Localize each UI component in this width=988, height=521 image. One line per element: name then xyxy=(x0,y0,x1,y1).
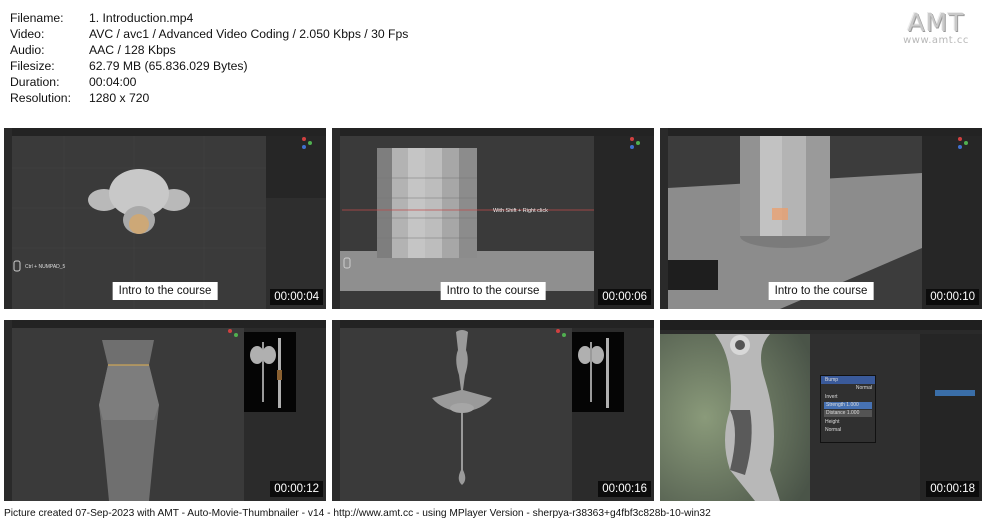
timestamp: 00:00:06 xyxy=(598,289,651,305)
file-info-block: Filename: 1. Introduction.mp4 Video: AVC /… xyxy=(10,10,408,106)
timestamp: 00:00:16 xyxy=(598,481,651,497)
timestamp: 00:00:12 xyxy=(270,481,323,497)
thumbnail-3[interactable]: Intro to the course 00:00:10 xyxy=(660,128,982,309)
thumbnail-1[interactable]: Ctrl + NUMPAD_5 Intro to the course 00:0… xyxy=(4,128,326,309)
thumbnail-caption: Intro to the course xyxy=(768,282,874,300)
shortcut-overlay: With Shift + Right click xyxy=(493,208,548,214)
node-height: Height xyxy=(825,419,840,425)
logo-text: AMT xyxy=(907,8,965,37)
info-value: 00:04:00 xyxy=(89,75,137,89)
node-strength[interactable]: Strength 1.000 xyxy=(824,402,872,409)
info-label: Filename: xyxy=(10,11,64,25)
info-row-video: Video: AVC / avc1 / Advanced Video Coding… xyxy=(10,26,408,42)
thumbnail-5[interactable]: 00:00:16 xyxy=(332,320,654,501)
blender-viewport-frame xyxy=(4,320,326,501)
info-row-filesize: Filesize: 62.79 MB (65.836.029 Bytes) xyxy=(10,58,408,74)
info-label: Resolution: xyxy=(10,91,71,105)
timestamp: 00:00:10 xyxy=(926,289,979,305)
info-row-filename: Filename: 1. Introduction.mp4 xyxy=(10,10,408,26)
thumbnail-caption: Intro to the course xyxy=(440,282,546,300)
info-value: 1280 x 720 xyxy=(89,91,150,105)
info-label: Filesize: xyxy=(10,59,55,73)
info-value: AVC / avc1 / Advanced Video Coding / 2.0… xyxy=(89,27,409,41)
info-row-resolution: Resolution: 1280 x 720 xyxy=(10,90,408,106)
info-label: Duration: xyxy=(10,75,60,89)
footer-credit: Picture created 07-Sep-2023 with AMT - A… xyxy=(4,508,711,519)
info-row-audio: Audio: AAC / 128 Kbps xyxy=(10,42,408,58)
info-label: Audio: xyxy=(10,43,45,57)
logo-url: www.amt.cc xyxy=(903,35,969,46)
thumbnail-caption: Intro to the course xyxy=(112,282,218,300)
bump-node[interactable]: Bump Normal Invert Strength 1.000 Distan… xyxy=(820,375,876,443)
info-value: 1. Introduction.mp4 xyxy=(89,11,194,25)
node-distance[interactable]: Distance 1.000 xyxy=(824,410,872,417)
info-value: AAC / 128 Kbps xyxy=(89,43,176,57)
timestamp: 00:00:04 xyxy=(270,289,323,305)
info-row-duration: Duration: 00:04:00 xyxy=(10,74,408,90)
thumbnail-4[interactable]: 00:00:12 xyxy=(4,320,326,501)
info-label: Video: xyxy=(10,27,45,41)
thumbnail-6[interactable]: Bump Normal Invert Strength 1.000 Distan… xyxy=(660,320,982,501)
blender-viewport-frame xyxy=(332,320,654,501)
node-title: Bump xyxy=(821,376,875,384)
shortcut-overlay: Ctrl + NUMPAD_5 xyxy=(25,264,66,270)
node-invert[interactable]: Invert xyxy=(821,393,875,401)
node-normal-input: Normal xyxy=(825,427,842,433)
node-output: Normal xyxy=(855,385,872,391)
timestamp: 00:00:18 xyxy=(926,481,979,497)
amt-logo: AMT www.amt.cc xyxy=(896,8,976,46)
info-value: 62.79 MB (65.836.029 Bytes) xyxy=(89,59,248,73)
thumbnail-2[interactable]: With Shift + Right click Intro to the co… xyxy=(332,128,654,309)
